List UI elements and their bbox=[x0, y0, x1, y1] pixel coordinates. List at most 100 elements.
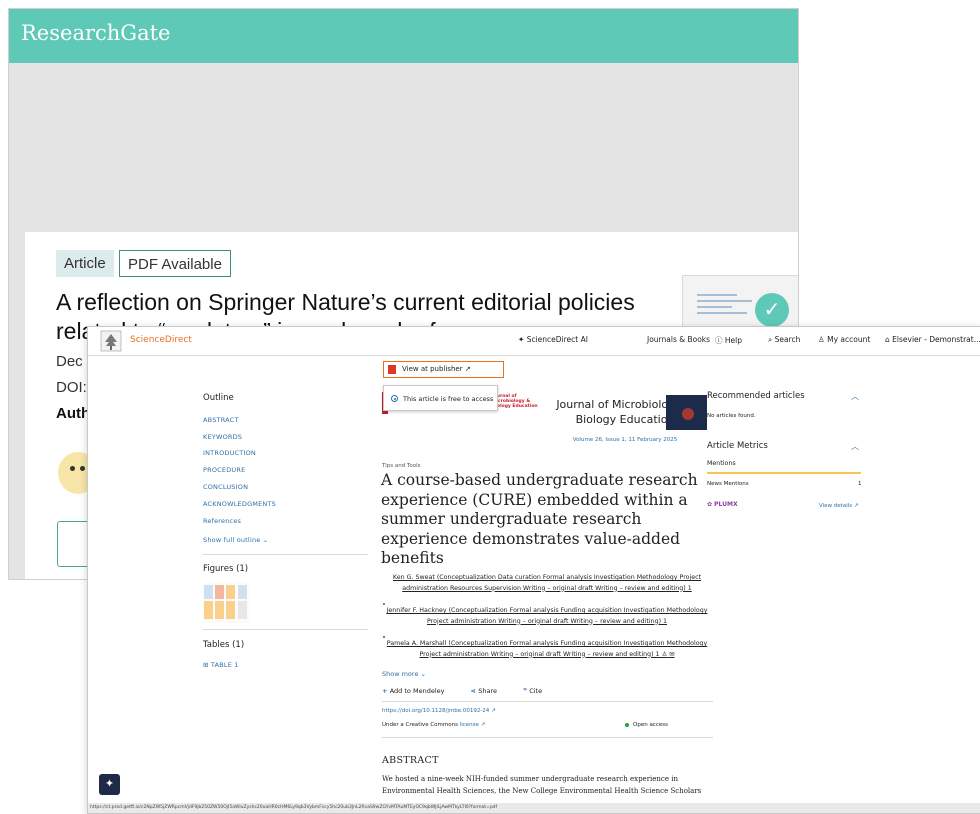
outline-item-introduction[interactable]: INTRODUCTION bbox=[203, 449, 256, 457]
outline-item-procedure[interactable]: PROCEDURE bbox=[203, 466, 245, 474]
volume-issue-link[interactable]: Volume 26, Issue 1, 11 February 2025 bbox=[540, 437, 710, 443]
license-prefix: Under a Creative Commons bbox=[382, 722, 458, 728]
article-actions: + Add to Mendeley ⋖ Share ❞ Cite bbox=[382, 687, 566, 695]
publication-date: Dec bbox=[56, 353, 83, 370]
figures-divider bbox=[203, 629, 368, 630]
chevron-up-icon[interactable]: ︿ bbox=[851, 391, 859, 402]
info-icon bbox=[391, 395, 398, 402]
plus-icon: + bbox=[382, 687, 390, 695]
license-line: Under a Creative Commons license ↗ bbox=[382, 722, 485, 728]
article-type-label: Tips and Tools bbox=[382, 463, 421, 469]
mail-icon[interactable]: ✉ bbox=[669, 651, 674, 658]
nav-ai-label: ScienceDirect AI bbox=[526, 335, 588, 344]
author-1[interactable]: Ken G. Sweat (Conceptualization Data cur… bbox=[382, 573, 712, 594]
recommended-articles-heading[interactable]: Recommended articles bbox=[707, 391, 805, 401]
share-label: Share bbox=[478, 687, 498, 695]
pdf-icon bbox=[388, 365, 396, 374]
sparkle-icon: ✦ bbox=[104, 777, 115, 790]
author-3-label: Pamela A. Marshall (Conceptualization Fo… bbox=[386, 640, 708, 658]
external-link-icon: ↗ bbox=[464, 365, 471, 373]
doi-link[interactable]: https://doi.org/10.1128/jmbe.00192-24 ↗ bbox=[382, 708, 496, 714]
institution-icon: ⌂ bbox=[885, 335, 890, 344]
nav-help[interactable]: ⓘ Help bbox=[715, 335, 742, 346]
author-separator bbox=[383, 636, 385, 638]
article-type-chip: Article bbox=[56, 250, 114, 277]
share-button[interactable]: ⋖ Share bbox=[471, 687, 509, 695]
search-icon: ⌕ bbox=[768, 335, 773, 344]
cite-button[interactable]: ❞ Cite bbox=[523, 687, 554, 695]
free-access-text: This article is free to access bbox=[403, 395, 494, 403]
outline-item-acknowledgments[interactable]: ACKNOWLEDGMENTS bbox=[203, 500, 276, 508]
show-full-outline-link[interactable]: Show full outline ⌄ bbox=[203, 536, 268, 544]
mentions-underline bbox=[707, 472, 861, 474]
free-access-popover: This article is free to access bbox=[383, 385, 498, 411]
figure-thumbnail[interactable] bbox=[203, 583, 249, 623]
chevron-up-icon[interactable]: ︿ bbox=[851, 441, 859, 452]
nav-institution[interactable]: ⌂ Elsevier - Demonstrat... bbox=[885, 335, 980, 344]
top-navigation-bar: ScienceDirect ✦ ScienceDirect AI Journal… bbox=[88, 327, 980, 356]
publication-doi: DOI: bbox=[56, 379, 87, 396]
sparkle-icon: ✦ bbox=[518, 335, 525, 344]
author-separator bbox=[383, 603, 385, 605]
nav-sciencedirect-ai[interactable]: ✦ ScienceDirect AI bbox=[518, 335, 588, 344]
person-icon: ♙ bbox=[818, 335, 825, 344]
chevron-down-icon: ⌄ bbox=[420, 670, 426, 678]
author-3[interactable]: Pamela A. Marshall (Conceptualization Fo… bbox=[382, 639, 712, 660]
journal-cover-image[interactable] bbox=[666, 395, 707, 430]
abstract-text: We hosted a nine-week NIH-funded summer … bbox=[382, 775, 702, 795]
show-full-outline-label: Show full outline bbox=[203, 536, 261, 544]
author-2[interactable]: Jennifer F. Hackney (Conceptualization F… bbox=[382, 606, 712, 627]
ai-assistant-fab[interactable]: ✦ bbox=[99, 774, 120, 795]
outline-sidebar: Outline ABSTRACT KEYWORDS INTRODUCTION P… bbox=[203, 393, 368, 544]
doi-label: https://doi.org/10.1128/jmbe.00192-24 bbox=[382, 708, 490, 714]
check-icon: ✓ bbox=[755, 293, 789, 327]
outline-item-keywords[interactable]: KEYWORDS bbox=[203, 433, 242, 441]
license-divider bbox=[382, 737, 713, 738]
nav-search-label: Search bbox=[774, 335, 801, 344]
license-link-label: license bbox=[459, 722, 479, 728]
add-to-mendeley-label: Add to Mendeley bbox=[389, 687, 445, 695]
license-link[interactable]: license ↗ bbox=[460, 722, 486, 728]
nav-search[interactable]: ⌕ Search bbox=[768, 335, 800, 345]
view-details-label: View details bbox=[819, 503, 853, 509]
view-at-publisher-label: View at publisher bbox=[402, 365, 463, 373]
chevron-down-icon: ⌄ bbox=[262, 536, 269, 544]
nav-account-label: My account bbox=[827, 335, 871, 344]
view-at-publisher-button[interactable]: View at publisher ↗ bbox=[383, 361, 504, 378]
figures-heading[interactable]: Figures (1) bbox=[203, 564, 248, 574]
open-access-badge: Open access bbox=[625, 722, 668, 728]
person-icon: ♙ bbox=[661, 650, 668, 658]
authors-heading: Auth bbox=[56, 405, 91, 422]
actions-divider bbox=[382, 701, 713, 702]
table-1-link[interactable]: ⊞ TABLE 1 bbox=[203, 661, 239, 669]
help-icon: ⓘ bbox=[715, 336, 723, 345]
sciencedirect-window: ScienceDirect ✦ ScienceDirect AI Journal… bbox=[87, 326, 980, 814]
nav-journals-books[interactable]: Journals & Books bbox=[647, 335, 710, 344]
outline-item-abstract[interactable]: ABSTRACT bbox=[203, 416, 239, 424]
article-metrics-heading[interactable]: Article Metrics bbox=[707, 441, 768, 451]
show-more-label: Show more bbox=[382, 670, 419, 678]
plumx-label: PLUMX bbox=[714, 501, 738, 508]
tables-heading[interactable]: Tables (1) bbox=[203, 640, 244, 650]
sciencedirect-brand[interactable]: ScienceDirect bbox=[130, 335, 192, 345]
table-icon: ⊞ bbox=[203, 661, 211, 669]
show-more-link[interactable]: Show more ⌄ bbox=[382, 670, 426, 678]
open-access-label: Open access bbox=[633, 722, 668, 728]
outline-heading: Outline bbox=[203, 393, 234, 403]
elsevier-tree-logo-icon[interactable] bbox=[100, 330, 122, 352]
plumx-icon: ✿ bbox=[707, 501, 713, 508]
researchgate-logo[interactable]: ResearchGate bbox=[21, 21, 170, 45]
outline-item-conclusion[interactable]: CONCLUSION bbox=[203, 483, 248, 491]
add-to-mendeley-button[interactable]: + Add to Mendeley bbox=[382, 687, 456, 695]
article-title: A course-based undergraduate research ex… bbox=[381, 471, 698, 567]
mentions-label: Mentions bbox=[707, 460, 736, 467]
news-mentions-label: News Mentions bbox=[707, 481, 749, 487]
nav-institution-label: Elsevier - Demonstrat... bbox=[892, 335, 980, 344]
plumx-logo[interactable]: ✿ PLUMX bbox=[707, 501, 738, 508]
nav-help-label: Help bbox=[724, 336, 742, 345]
view-details-link[interactable]: View details ↗ bbox=[819, 503, 858, 509]
table-1-label: TABLE 1 bbox=[210, 661, 239, 669]
outline-item-references[interactable]: References bbox=[203, 517, 241, 525]
pdf-available-chip[interactable]: PDF Available bbox=[119, 250, 231, 277]
nav-my-account[interactable]: ♙ My account bbox=[818, 335, 870, 344]
